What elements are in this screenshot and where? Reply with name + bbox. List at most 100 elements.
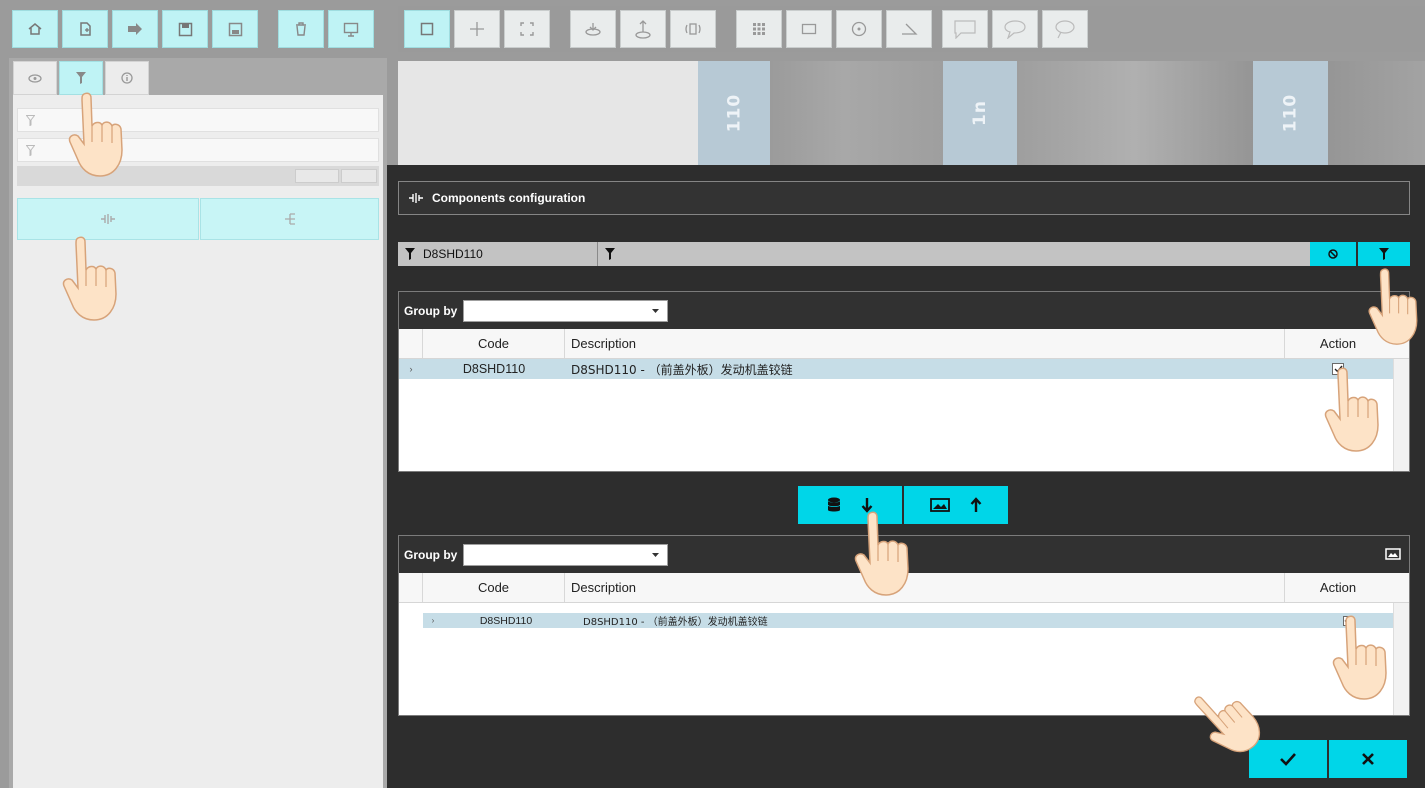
callout-round-button[interactable]: [992, 10, 1038, 48]
scrollbar[interactable]: [1393, 359, 1409, 471]
circle-tool-button[interactable]: [836, 10, 882, 48]
row-code: D8SHD110: [479, 614, 533, 627]
fit-view-icon: [520, 22, 534, 36]
scrollbar[interactable]: [1393, 603, 1409, 715]
delete-button[interactable]: [278, 10, 324, 48]
present-button[interactable]: [328, 10, 374, 48]
row-code: D8SHD110: [462, 362, 526, 376]
filter-icon: [405, 248, 415, 260]
table-row[interactable]: › D8SHD110 D8SHD110 - （前盖外板）发动机盖铰链: [399, 359, 1409, 379]
callout-round-icon: [1004, 20, 1026, 39]
pointing-hand-icon: [68, 92, 123, 177]
cancel-button[interactable]: [1329, 740, 1407, 778]
clear-filter-button[interactable]: [295, 169, 339, 183]
rectangle-tool-button[interactable]: [786, 10, 832, 48]
layer-up-icon: [635, 20, 651, 39]
home-button[interactable]: [12, 10, 58, 48]
filter-panel: [13, 95, 383, 788]
database-icon: [827, 497, 841, 512]
vibration-button[interactable]: [670, 10, 716, 48]
callout-thought-icon: [1055, 20, 1075, 39]
group-by-label: Group by: [404, 547, 458, 562]
angle-tool-button[interactable]: [886, 10, 932, 48]
dialog-title-bar: Components configuration: [398, 181, 1410, 215]
angle-icon: [902, 23, 918, 35]
header-spacer: [399, 329, 423, 358]
available-components-grid: Group by Code Description Action › D8SHD…: [398, 291, 1410, 472]
filter-icon: [26, 144, 35, 156]
3d-viewport[interactable]: 110 1n 110: [398, 61, 1425, 165]
grid-header: Code Description Action: [399, 329, 1409, 359]
select-tool-button[interactable]: [404, 10, 450, 48]
header-spacer: [399, 573, 423, 602]
callout-square-icon: [954, 20, 976, 39]
info-icon: [121, 72, 133, 84]
machine-label-1: 110: [698, 61, 770, 165]
pointing-hand-icon: [1368, 268, 1418, 345]
clear-filter-button[interactable]: [1310, 242, 1358, 266]
machine-label-3: 110: [1253, 61, 1328, 165]
chevron-down-icon: [652, 308, 660, 313]
filter-icon: [1379, 248, 1389, 260]
home-icon: [28, 23, 42, 35]
save-button[interactable]: [162, 10, 208, 48]
description-filter[interactable]: [598, 242, 1310, 266]
move-tool-button[interactable]: [454, 10, 500, 48]
header-action[interactable]: Action: [1285, 573, 1391, 602]
chevron-down-icon: [652, 552, 660, 557]
tab-view[interactable]: [13, 61, 57, 95]
hierarchy-button[interactable]: [200, 198, 379, 240]
load-from-view-button[interactable]: [904, 486, 1008, 524]
save-as-button[interactable]: [212, 10, 258, 48]
circle-icon: [851, 21, 867, 37]
confirm-button[interactable]: [1249, 740, 1327, 778]
header-code[interactable]: Code: [423, 573, 565, 602]
viewport-blank-area: [398, 61, 698, 165]
image-icon[interactable]: [1385, 548, 1401, 560]
save-icon: [178, 22, 192, 36]
component-filter-bar: D8SHD110: [398, 242, 1410, 266]
components-configuration-dialog: Components configuration D8SHD110 Group …: [387, 165, 1425, 788]
move-cross-icon: [470, 22, 484, 36]
layer-up-button[interactable]: [620, 10, 666, 48]
components-icon: [409, 193, 423, 203]
image-icon: [930, 498, 950, 512]
fit-view-button[interactable]: [504, 10, 550, 48]
header-code[interactable]: Code: [423, 329, 565, 358]
trash-icon: [296, 22, 306, 36]
layer-down-button[interactable]: [570, 10, 616, 48]
group-by-select[interactable]: [463, 543, 669, 566]
group-by-select[interactable]: [463, 299, 669, 322]
pointing-hand-icon: [854, 511, 909, 596]
pointing-hand-icon: [1324, 367, 1379, 452]
apply-filter-button[interactable]: [341, 169, 377, 183]
new-file-icon: [80, 22, 91, 36]
layer-down-icon: [585, 23, 601, 36]
monitor-icon: [343, 22, 359, 37]
callout-thought-button[interactable]: [1042, 10, 1088, 48]
rectangle-icon: [801, 23, 817, 35]
tree-icon: [284, 213, 295, 225]
new-file-button[interactable]: [62, 10, 108, 48]
callout-square-button[interactable]: [942, 10, 988, 48]
grid-tool-button[interactable]: [736, 10, 782, 48]
filter-icon: [76, 72, 86, 84]
group-by-bar: Group by: [399, 292, 1409, 329]
grid-icon: [753, 23, 765, 35]
machine-label-2: 1n: [943, 61, 1017, 165]
export-button[interactable]: [112, 10, 158, 48]
save-as-icon: [228, 22, 242, 36]
code-filter-value: D8SHD110: [423, 247, 483, 261]
arrow-up-icon: [970, 497, 982, 512]
code-filter[interactable]: D8SHD110: [398, 242, 598, 266]
table-row[interactable]: › D8SHD110 D8SHD110 - （前盖外板）发动机盖铰链: [423, 613, 1393, 628]
row-description: D8SHD110 - （前盖外板）发动机盖铰链: [583, 617, 768, 628]
header-description[interactable]: Description: [565, 573, 1285, 602]
close-icon: [1362, 753, 1374, 765]
eye-icon: [28, 73, 42, 83]
select-box-icon: [420, 22, 434, 36]
vibration-icon: [685, 23, 701, 35]
header-description[interactable]: Description: [565, 329, 1285, 358]
group-by-label: Group by: [404, 303, 458, 318]
row-description: D8SHD110 - （前盖外板）发动机盖铰链: [571, 362, 793, 377]
